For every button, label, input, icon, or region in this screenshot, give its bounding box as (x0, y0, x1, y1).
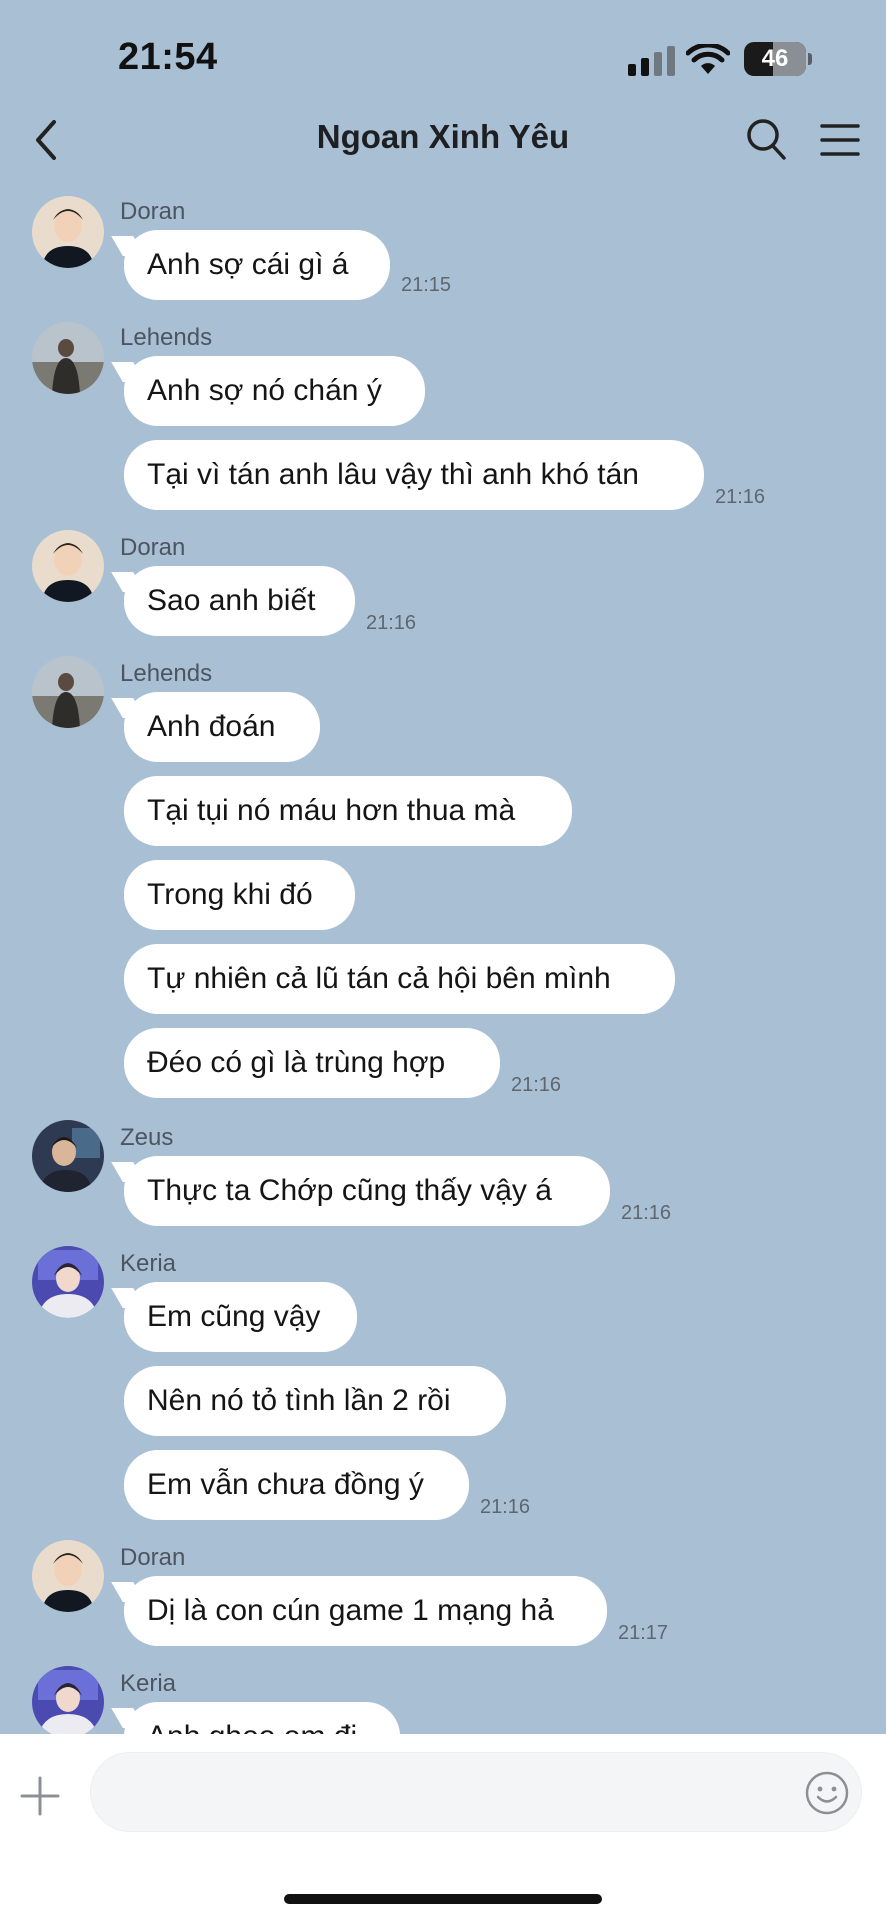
avatar-lehends[interactable] (32, 322, 104, 394)
sender-name: Zeus (120, 1124, 174, 1151)
battery-nub (808, 53, 812, 65)
message-bubble[interactable]: Trong khi đó (124, 860, 355, 930)
message-bubble[interactable]: Sao anh biết (124, 566, 355, 636)
chat-header: Ngoan Xinh Yêu (0, 100, 886, 180)
message-bubble[interactable]: Anh đoán (124, 692, 320, 762)
message-bubble[interactable]: Thực ta Chớp cũng thấy vậy á (124, 1156, 610, 1226)
message-time: 21:15 (401, 274, 452, 296)
avatar-keria[interactable] (32, 1246, 104, 1318)
sender-name: Lehends (120, 660, 213, 687)
message-time: 21:16 (480, 1496, 531, 1518)
message-bubble[interactable]: Đéo có gì là trùng hợp (124, 1028, 500, 1098)
message-bubble[interactable]: Anh sợ cái gì á (124, 230, 390, 300)
message-input[interactable] (90, 1752, 862, 1832)
avatar-doran[interactable] (32, 196, 104, 268)
message-list[interactable]: Doran Anh sợ cái gì á 21:15 Lehends Anh … (0, 180, 886, 1734)
message-time: 21:16 (511, 1074, 562, 1096)
avatar-doran[interactable] (32, 1540, 104, 1612)
sender-name: Doran (120, 534, 186, 561)
avatar-lehends[interactable] (32, 656, 104, 728)
avatar-zeus[interactable] (32, 1120, 104, 1192)
sender-name: Doran (120, 198, 186, 225)
message-time: 21:16 (715, 486, 766, 508)
plus-icon[interactable] (18, 1774, 62, 1818)
message-bubble[interactable]: Nên nó tỏ tình lần 2 rồi (124, 1366, 506, 1436)
wifi-icon (686, 44, 730, 74)
sender-name: Keria (120, 1250, 177, 1277)
status-time: 21:54 (118, 36, 218, 78)
search-icon[interactable] (744, 116, 788, 162)
menu-icon[interactable] (818, 120, 862, 160)
message-bubble[interactable]: Anh ghẹo em đi (124, 1702, 400, 1734)
sender-name: Keria (120, 1670, 177, 1697)
message-time: 21:17 (618, 1622, 669, 1644)
avatar-keria[interactable] (32, 1666, 104, 1734)
message-bubble[interactable]: Em cũng vậy (124, 1282, 357, 1352)
avatar-doran[interactable] (32, 530, 104, 602)
battery-icon: 46 (744, 42, 806, 76)
battery-level: 46 (761, 45, 789, 72)
sender-name: Lehends (120, 324, 213, 351)
message-bubble[interactable]: Tại tụi nó máu hơn thua mà (124, 776, 572, 846)
message-bubble[interactable]: Anh sợ nó chán ý (124, 356, 425, 426)
message-bubble[interactable]: Tự nhiên cả lũ tán cả hội bên mình (124, 944, 675, 1014)
message-bubble[interactable]: Tại vì tán anh lâu vậy thì anh khó tán (124, 440, 704, 510)
emoji-icon[interactable] (804, 1770, 850, 1816)
signal-icon (628, 46, 675, 76)
status-bar: 21:54 46 (0, 0, 886, 110)
message-bubble[interactable]: Dị là con cún game 1 mạng hả (124, 1576, 607, 1646)
composer-bar (0, 1734, 886, 1920)
home-indicator[interactable] (284, 1894, 602, 1904)
message-time: 21:16 (621, 1202, 672, 1224)
message-bubble[interactable]: Em vẫn chưa đồng ý (124, 1450, 469, 1520)
sender-name: Doran (120, 1544, 186, 1571)
message-time: 21:16 (366, 612, 417, 634)
